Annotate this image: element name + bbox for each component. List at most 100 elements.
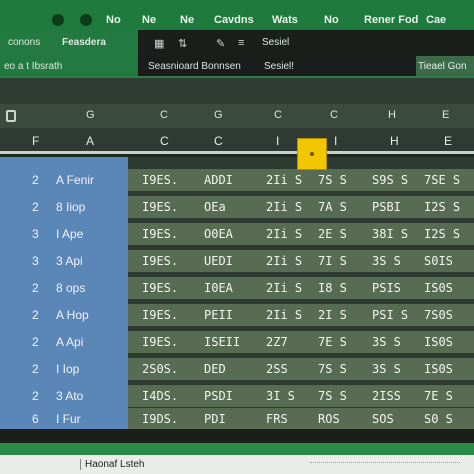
table-cell[interactable]: 2S0S. bbox=[142, 362, 178, 376]
row-label[interactable]: A Api bbox=[56, 335, 83, 349]
table-cell[interactable]: 2Ii S bbox=[266, 281, 302, 295]
table-cell[interactable]: PEII bbox=[204, 308, 233, 322]
table-cell[interactable]: 7A S bbox=[318, 200, 347, 214]
table-cell[interactable]: 7S S bbox=[318, 389, 347, 403]
row-label[interactable]: 3 Ato bbox=[56, 389, 83, 403]
table-cell[interactable]: I2S S bbox=[424, 227, 460, 241]
header-cell[interactable]: I bbox=[276, 134, 279, 148]
tab-4[interactable]: Cavdns bbox=[214, 14, 254, 26]
table-cell[interactable]: DED bbox=[204, 362, 226, 376]
table-cell[interactable]: 2E S bbox=[318, 227, 347, 241]
tab-2[interactable]: Ne bbox=[142, 14, 156, 26]
table-cell[interactable]: I0EA bbox=[204, 281, 233, 295]
formula-label[interactable]: Seasnioard Bonnsen bbox=[148, 61, 241, 72]
ribbon-label-3[interactable]: Sesiel bbox=[262, 37, 289, 48]
header-cell[interactable]: I bbox=[334, 134, 337, 148]
row-label[interactable]: I Iop bbox=[56, 362, 79, 376]
table-cell[interactable]: 7I S bbox=[318, 254, 347, 268]
table-cell[interactable]: 7S0S bbox=[424, 308, 453, 322]
row-number[interactable]: 2 bbox=[32, 308, 39, 322]
table-cell[interactable]: SOS bbox=[372, 412, 394, 426]
table-cell[interactable]: 2Ii S bbox=[266, 173, 302, 187]
column-letter[interactable]: G bbox=[214, 109, 223, 121]
table-cell[interactable]: I9ES. bbox=[142, 335, 178, 349]
table-cell[interactable]: S9S S bbox=[372, 173, 408, 187]
table-cell[interactable]: ADDI bbox=[204, 173, 233, 187]
table-cell[interactable]: 7S S bbox=[318, 173, 347, 187]
table-cell[interactable]: 7E S bbox=[424, 389, 453, 403]
table-cell[interactable]: I9ES. bbox=[142, 200, 178, 214]
ribbon-label-2[interactable]: Feasdera bbox=[62, 37, 106, 48]
table-cell[interactable]: 2ISS bbox=[372, 389, 401, 403]
table-cell[interactable]: O0EA bbox=[204, 227, 233, 241]
table-cell[interactable]: I9ES. bbox=[142, 254, 178, 268]
table-cell[interactable]: I4DS. bbox=[142, 389, 178, 403]
tab-5[interactable]: Wats bbox=[272, 14, 298, 26]
row-number[interactable]: 2 bbox=[32, 200, 39, 214]
table-cell[interactable]: 2Ii S bbox=[266, 200, 302, 214]
row-number[interactable]: 6 bbox=[32, 412, 39, 426]
table-cell[interactable]: 2Ii S bbox=[266, 308, 302, 322]
table-cell[interactable]: 38I S bbox=[372, 227, 408, 241]
sheet-tab[interactable]: Haonaf Lsteh bbox=[80, 459, 145, 470]
ribbon-label-1[interactable]: conons bbox=[8, 37, 40, 48]
undo-icon[interactable] bbox=[80, 14, 92, 26]
format-icon[interactable]: ▦ bbox=[154, 37, 164, 50]
row-label[interactable]: A Hop bbox=[56, 308, 89, 322]
column-letter[interactable]: C bbox=[330, 109, 338, 121]
table-cell[interactable]: PSIS bbox=[372, 281, 401, 295]
tab-6[interactable]: No bbox=[324, 14, 339, 26]
table-cell[interactable]: PDI bbox=[204, 412, 226, 426]
row-number[interactable]: 2 bbox=[32, 389, 39, 403]
header-cell[interactable]: H bbox=[390, 134, 399, 148]
table-cell[interactable]: 2Ii S bbox=[266, 227, 302, 241]
fill-handle[interactable] bbox=[310, 152, 314, 156]
tab-7[interactable]: Rener Fod bbox=[364, 14, 418, 26]
table-cell[interactable]: S0 S bbox=[424, 412, 453, 426]
row-label[interactable]: I Ape bbox=[56, 227, 83, 241]
table-cell[interactable]: PSBI bbox=[372, 200, 401, 214]
save-icon[interactable] bbox=[52, 14, 64, 26]
column-letter[interactable]: G bbox=[86, 109, 95, 121]
table-cell[interactable]: S0IS bbox=[424, 254, 453, 268]
formula-value[interactable]: Sesiel! bbox=[264, 61, 294, 72]
table-cell[interactable]: 7S S bbox=[318, 362, 347, 376]
column-letter[interactable]: C bbox=[160, 109, 168, 121]
header-cell[interactable]: C bbox=[160, 134, 169, 148]
tab-1[interactable]: No bbox=[106, 14, 121, 26]
header-cell[interactable]: E bbox=[444, 134, 452, 148]
column-letter[interactable]: E bbox=[442, 109, 449, 121]
table-cell[interactable]: 3S S bbox=[372, 335, 401, 349]
table-cell[interactable]: 2I S bbox=[318, 308, 347, 322]
tab-8[interactable]: Cae bbox=[426, 14, 446, 26]
formula-right-label[interactable]: Tieael Gon bbox=[418, 61, 467, 72]
table-cell[interactable]: 2Z7 bbox=[266, 335, 288, 349]
header-cell[interactable]: A bbox=[86, 134, 94, 148]
table-cell[interactable]: IS0S bbox=[424, 281, 453, 295]
header-cell[interactable]: C bbox=[214, 134, 223, 148]
table-cell[interactable]: I9ES. bbox=[142, 173, 178, 187]
row-label[interactable]: A Fenir bbox=[56, 173, 94, 187]
table-cell[interactable]: PSI S bbox=[372, 308, 408, 322]
table-cell[interactable]: 3S S bbox=[372, 362, 401, 376]
table-cell[interactable]: 2SS bbox=[266, 362, 288, 376]
table-cell[interactable]: 7SE S bbox=[424, 173, 460, 187]
row-label[interactable]: 8 ops bbox=[56, 281, 85, 295]
table-cell[interactable]: I9DS. bbox=[142, 412, 178, 426]
table-cell[interactable]: 3I S bbox=[266, 389, 295, 403]
column-letter[interactable]: H bbox=[388, 109, 396, 121]
table-cell[interactable]: 7E S bbox=[318, 335, 347, 349]
table-cell[interactable]: I2S S bbox=[424, 200, 460, 214]
table-cell[interactable]: ISEII bbox=[204, 335, 240, 349]
header-cell[interactable]: F bbox=[32, 134, 39, 148]
table-cell[interactable]: ROS bbox=[318, 412, 340, 426]
row-number[interactable]: 2 bbox=[32, 335, 39, 349]
tab-3[interactable]: Ne bbox=[180, 14, 194, 26]
table-cell[interactable]: IS0S bbox=[424, 335, 453, 349]
table-cell[interactable]: PSDI bbox=[204, 389, 233, 403]
row-number[interactable]: 2 bbox=[32, 362, 39, 376]
row-number[interactable]: 2 bbox=[32, 281, 39, 295]
name-box-value[interactable]: eo a t Ibsrath bbox=[4, 61, 62, 72]
filter-icon[interactable]: ⇅ bbox=[178, 37, 187, 50]
table-cell[interactable]: FRS bbox=[266, 412, 288, 426]
